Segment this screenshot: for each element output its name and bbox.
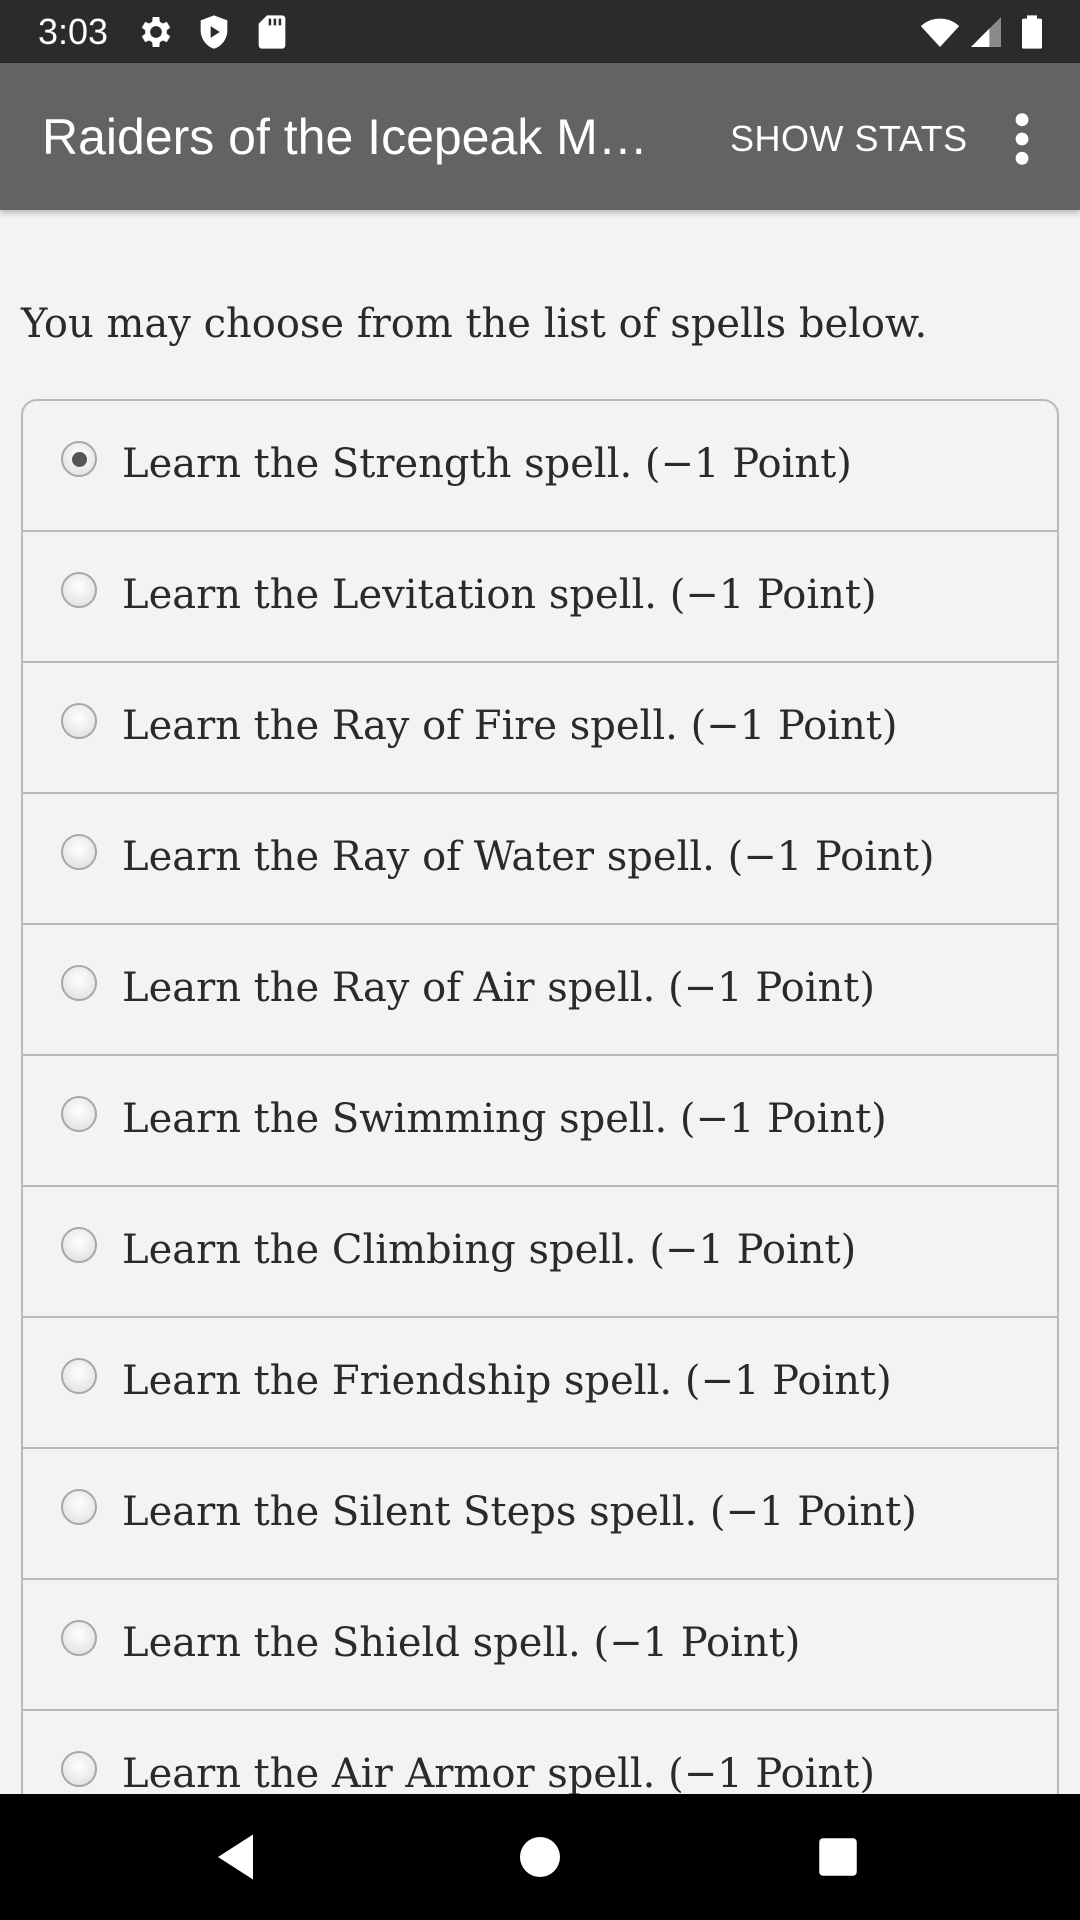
radio-button-selected[interactable] [61,441,97,477]
spell-option[interactable]: Learn the Strength spell. (−1 Point) [23,401,1057,532]
intro-text: You may choose from the list of spells b… [21,301,928,347]
wifi-icon [920,12,960,52]
spell-option-label: Learn the Strength spell. (−1 Point) [122,441,852,487]
gear-icon [136,12,176,52]
radio-button[interactable] [61,703,97,739]
spell-option-label: Learn the Ray of Water spell. (−1 Point) [122,834,935,880]
spell-option-label: Learn the Silent Steps spell. (−1 Point) [122,1489,917,1535]
spell-option[interactable]: Learn the Silent Steps spell. (−1 Point) [23,1449,1057,1580]
screen: 3:03 Raiders of the Icepeak Mountain SHO… [0,0,1080,1920]
shield-icon [194,12,234,52]
radio-button[interactable] [61,1620,97,1656]
content: You may choose from the list of spells b… [0,210,1080,1794]
spell-option-label: Learn the Shield spell. (−1 Point) [122,1620,801,1666]
spell-option[interactable]: Learn the Ray of Fire spell. (−1 Point) [23,663,1057,794]
spell-option[interactable]: Learn the Levitation spell. (−1 Point) [23,532,1057,663]
radio-button[interactable] [61,1489,97,1525]
spell-option-label: Learn the Friendship spell. (−1 Point) [122,1358,892,1404]
radio-button[interactable] [61,1751,97,1787]
spell-option-label: Learn the Swimming spell. (−1 Point) [122,1096,887,1142]
spell-option-label: Learn the Ray of Fire spell. (−1 Point) [122,703,898,749]
app-bar: Raiders of the Icepeak Mountain SHOW STA… [0,63,1080,210]
navigation-bar [0,1794,1080,1920]
app-title: Raiders of the Icepeak Mountain [42,109,672,165]
radio-button[interactable] [61,572,97,608]
sd-card-icon [252,12,292,52]
more-vert-icon[interactable] [996,109,1048,169]
radio-button[interactable] [61,1358,97,1394]
radio-button[interactable] [61,1227,97,1263]
radio-button[interactable] [61,965,97,1001]
radio-button[interactable] [61,1096,97,1132]
spell-option[interactable]: Learn the Air Armor spell. (−1 Point) [23,1711,1057,1794]
spell-option[interactable]: Learn the Ray of Water spell. (−1 Point) [23,794,1057,925]
spell-option[interactable]: Learn the Ray of Air spell. (−1 Point) [23,925,1057,1056]
status-time: 3:03 [38,11,109,52]
radio-button[interactable] [61,834,97,870]
spell-option[interactable]: Learn the Shield spell. (−1 Point) [23,1580,1057,1711]
home-icon[interactable] [510,1827,570,1887]
spell-option-label: Learn the Levitation spell. (−1 Point) [122,572,877,618]
spell-options-list: Learn the Strength spell. (−1 Point) Lea… [21,399,1059,1794]
show-stats-button[interactable]: SHOW STATS [716,111,982,167]
status-bar: 3:03 [0,0,1080,63]
spell-option-label: Learn the Ray of Air spell. (−1 Point) [122,965,875,1011]
spell-option[interactable]: Learn the Climbing spell. (−1 Point) [23,1187,1057,1318]
spell-option-label: Learn the Air Armor spell. (−1 Point) [122,1751,875,1794]
spell-option-label: Learn the Climbing spell. (−1 Point) [122,1227,857,1273]
battery-icon [1012,12,1052,52]
spell-option[interactable]: Learn the Friendship spell. (−1 Point) [23,1318,1057,1449]
spell-option[interactable]: Learn the Swimming spell. (−1 Point) [23,1056,1057,1187]
signal-icon [966,12,1006,52]
recents-icon[interactable] [808,1827,868,1887]
back-icon[interactable] [208,1827,268,1887]
